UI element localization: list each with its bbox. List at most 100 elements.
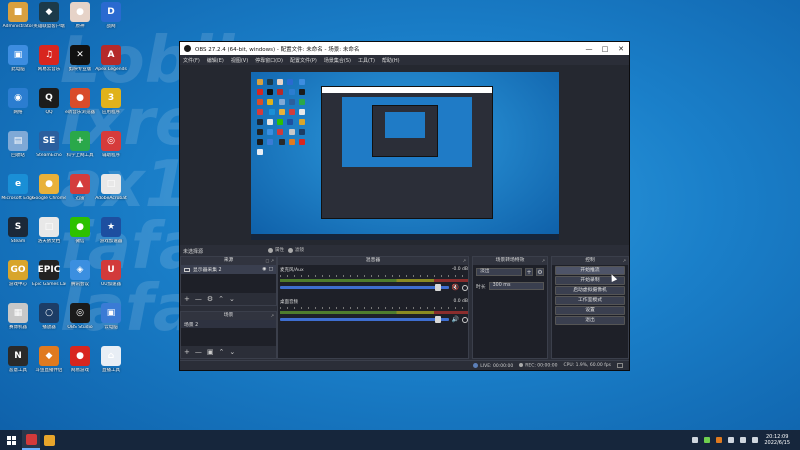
gear-icon[interactable]: ⚙	[536, 268, 544, 276]
preview-area[interactable]	[180, 65, 629, 245]
input-method-icon[interactable]	[752, 437, 759, 443]
gear-icon[interactable]	[462, 284, 468, 291]
move-down-icon[interactable]: ⌄	[229, 295, 235, 303]
menu-tools[interactable]: 工具(T)	[358, 57, 375, 64]
desktop-icon[interactable]: + 科学上网工具	[64, 131, 96, 169]
desktop-icon[interactable]: ● Google Chrome	[32, 174, 66, 212]
live-icon	[473, 362, 479, 368]
slider-knob[interactable]	[434, 284, 441, 291]
settings-button[interactable]: 设置	[555, 306, 625, 315]
desktop-icon[interactable]: ● 网易游戏	[64, 346, 96, 384]
desktop-icon[interactable]: ◎ 辅助程序	[95, 131, 127, 169]
desktop-icon[interactable]: ◉ 网络	[2, 88, 34, 126]
transition-select[interactable]: 淡出	[476, 268, 522, 276]
taskbar-app-explorer[interactable]	[40, 430, 58, 450]
preview-canvas[interactable]	[251, 72, 559, 240]
desktop-icon[interactable]: ⌂ 直播工具	[95, 346, 127, 384]
desktop-icon[interactable]: A Apex Legends	[95, 45, 127, 83]
menu-help[interactable]: 帮助(H)	[382, 57, 400, 64]
filters-button[interactable]: 滤镜	[288, 247, 304, 253]
speaker-icon[interactable]: 🔊	[452, 316, 459, 323]
desktop-icon[interactable]: □ AdobeAcrobat	[95, 174, 127, 212]
lock-icon[interactable]: □	[268, 267, 273, 272]
move-up-icon[interactable]: ⌃	[219, 348, 225, 356]
desktop-icon[interactable]: ▣ 云电脑	[95, 303, 127, 341]
desktop-icon[interactable]: ▣ 此电脑	[2, 45, 34, 83]
menu-edit[interactable]: 编辑(E)	[207, 57, 224, 64]
desktop-icon[interactable]: ◆ 英雄联盟客户端	[33, 2, 65, 40]
desktop-icon[interactable]: ● e听音乐浏览器	[64, 88, 96, 126]
taskbar-app-obs[interactable]	[22, 430, 40, 450]
desktop-icon[interactable]: ● 微信	[64, 217, 96, 255]
desktop-icon[interactable]: ◆ 斗鱼直播伴侣	[33, 346, 65, 384]
add-scene-icon[interactable]: +	[184, 348, 190, 356]
source-settings-icon[interactable]: ⚙	[207, 295, 213, 303]
close-icon[interactable]: ✕	[613, 45, 629, 53]
dock-float-icon[interactable]: □ ↗	[266, 257, 274, 265]
desktop-icon[interactable]: e Microsoft Edge	[1, 174, 35, 212]
add-source-icon[interactable]: +	[184, 295, 190, 303]
dock-float-icon[interactable]: ↗	[623, 257, 626, 265]
remove-scene-icon[interactable]: —	[195, 348, 202, 356]
eye-icon[interactable]: ◉	[262, 267, 266, 272]
obs-window[interactable]: OBS 27.2.4 (64-bit, windows) - 配置文件: 未命名…	[179, 41, 630, 371]
add-transition-icon[interactable]: +	[525, 268, 533, 276]
muted-speaker-icon[interactable]: 🔇	[452, 284, 459, 291]
exit-button[interactable]: 退出	[555, 316, 625, 325]
dock-float-icon[interactable]: ↗	[463, 257, 466, 265]
clock[interactable]: 20:12:09 2022/6/15	[764, 434, 790, 446]
desktop-icon[interactable]: Q QQ	[33, 88, 65, 126]
start-button[interactable]	[0, 430, 22, 450]
network-icon[interactable]	[728, 437, 735, 443]
tray-app-icon[interactable]	[704, 437, 711, 443]
maximize-icon[interactable]: □	[597, 45, 613, 53]
desktop-icon[interactable]: 3 应用程序	[95, 88, 127, 126]
desktop-icon[interactable]: ♫ 网易云音乐	[33, 45, 65, 83]
duration-field[interactable]: 300 ms	[488, 282, 544, 290]
move-down-icon[interactable]: ⌄	[229, 348, 235, 356]
desktop-icon[interactable]: ★ 游戏加速器	[95, 217, 127, 255]
dock-float-icon[interactable]: ↗	[542, 257, 545, 265]
desktop-icon[interactable]: ▦ 赛博机器	[2, 303, 34, 341]
volume-slider[interactable]	[280, 316, 449, 323]
desktop-icon[interactable]: SE SteamEcho	[33, 131, 65, 169]
desktop-icon[interactable]: ▤ 回收站	[2, 131, 34, 169]
menu-scene-collection[interactable]: 场景集合(S)	[324, 57, 351, 64]
desktop-icon[interactable]: D 战网	[95, 2, 127, 40]
menu-docks[interactable]: 停靠窗口(D)	[255, 57, 283, 64]
desktop-icon[interactable]: EPIC Epic Games Launcher	[32, 260, 66, 298]
title-bar[interactable]: OBS 27.2.4 (64-bit, windows) - 配置文件: 未命名…	[180, 42, 629, 55]
minimize-icon[interactable]: —	[581, 45, 597, 53]
tray-app-icon[interactable]	[716, 437, 723, 443]
desktop-icon[interactable]: □ 洛天依文档	[33, 217, 65, 255]
menu-view[interactable]: 视图(V)	[231, 57, 248, 64]
desktop-icon[interactable]: U UU加速器	[95, 260, 127, 298]
desktop-icon[interactable]: N 恶意工具	[2, 346, 34, 384]
remove-source-icon[interactable]: —	[195, 295, 202, 303]
menu-profile[interactable]: 配置文件(P)	[290, 57, 317, 64]
menu-file[interactable]: 文件(F)	[183, 57, 200, 64]
desktop-icon[interactable]: ◈ 腾讯会议	[64, 260, 96, 298]
volume-icon[interactable]	[740, 437, 747, 443]
desktop-icon[interactable]: GO 游戏中心	[2, 260, 34, 298]
desktop-icon[interactable]: S Steam	[2, 217, 34, 255]
start-virtual-camera-button[interactable]: 启动虚拟摄像机	[555, 286, 625, 295]
properties-button[interactable]: 属性	[268, 247, 284, 253]
slider-knob[interactable]	[434, 316, 441, 323]
desktop-icon[interactable]: ○ 播放器	[33, 303, 65, 341]
gear-icon[interactable]	[462, 316, 468, 323]
desktop-icon[interactable]: ✕ 剪映专业版	[64, 45, 96, 83]
dock-float-icon[interactable]: ↗	[271, 312, 274, 320]
scene-filter-icon[interactable]: ▣	[207, 348, 214, 356]
studio-mode-button[interactable]: 工作室模式	[555, 296, 625, 305]
scene-item[interactable]: 场景 2	[181, 320, 276, 328]
desktop-icon[interactable]: ● 原神	[64, 2, 96, 40]
source-item[interactable]: 显示器采集 2 ◉ □	[181, 265, 276, 274]
volume-slider[interactable]	[280, 284, 449, 291]
desktop-icon[interactable]: ■ Administrator	[2, 2, 34, 40]
scenes-title: 场景	[223, 313, 234, 318]
move-up-icon[interactable]: ⌃	[218, 295, 224, 303]
tray-arrow-icon[interactable]	[692, 437, 699, 443]
desktop-icon[interactable]: ▲ 迅雷	[64, 174, 96, 212]
desktop-icon[interactable]: ◎ OBS Studio	[64, 303, 96, 341]
